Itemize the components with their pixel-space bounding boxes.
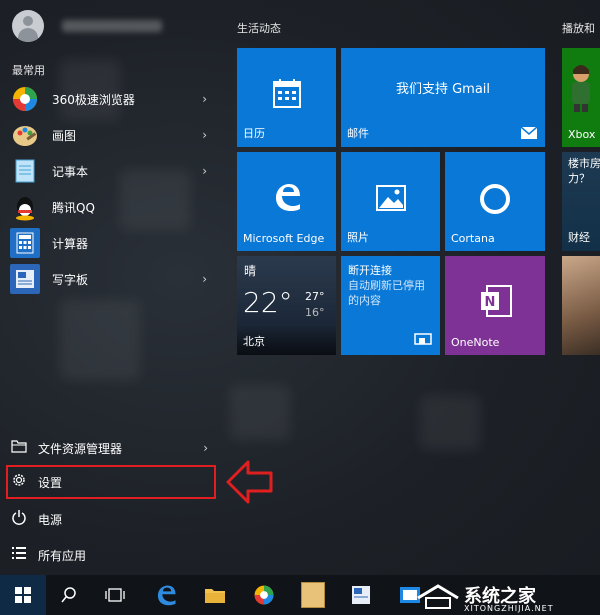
chevron-right-icon[interactable]: › (202, 272, 207, 286)
paint-icon (10, 120, 40, 150)
cortana-icon (480, 184, 510, 214)
chevron-right-icon[interactable]: › (202, 164, 207, 178)
search-icon (61, 587, 76, 603)
task-view-button[interactable] (92, 575, 138, 615)
store-icon (414, 333, 432, 345)
file-explorer-icon (8, 439, 30, 457)
store-news-tile[interactable]: 断开连接 自动刷新已停用的内容 (341, 256, 440, 355)
photos-tile[interactable]: 照片 (341, 152, 440, 251)
svg-text:N: N (485, 295, 496, 310)
mail-label: 邮件 (347, 127, 369, 140)
xbox-avatar-image (572, 65, 590, 112)
cortana-tile[interactable]: Cortana (445, 152, 545, 251)
calendar-tile[interactable]: 日历 (237, 48, 336, 147)
file-explorer-item[interactable]: 文件资源管理器 › (8, 433, 218, 463)
onenote-tile[interactable]: N OneNote (445, 256, 545, 355)
connect-description: 自动刷新已停用的内容 (348, 279, 425, 307)
money-headline: 楼市房 力？ (568, 157, 600, 185)
edge-label: Microsoft Edge (243, 232, 325, 245)
start-button[interactable] (0, 575, 46, 615)
qq-icon (10, 192, 40, 222)
windows-logo-icon (15, 587, 31, 603)
folder-icon (205, 589, 225, 603)
taskbar-app-yellow[interactable] (290, 575, 336, 615)
xbox-label: Xbox (568, 128, 596, 141)
app-item-qq[interactable]: 腾讯QQ (10, 190, 215, 224)
calculator-icon (10, 228, 40, 258)
photos-label: 照片 (347, 231, 369, 244)
taskbar-file-explorer[interactable] (192, 575, 238, 615)
notepad-icon (10, 156, 40, 186)
mail-headline: 我们支持 Gmail (395, 82, 491, 97)
group-title-life: 生活动态 (237, 22, 281, 35)
news-image-tile[interactable] (562, 256, 600, 355)
connect-title: 断开连接 (348, 264, 392, 277)
taskbar-search-button[interactable] (46, 575, 92, 615)
app-label: 360极速浏览器 (52, 92, 135, 107)
calendar-label: 日历 (243, 127, 265, 140)
group-title-play: 播放和 (562, 22, 595, 35)
username-blurred (62, 20, 162, 32)
app-item-calculator[interactable]: 计算器 (10, 226, 215, 260)
app-label: 画图 (52, 128, 77, 143)
weather-condition: 晴 (244, 264, 257, 278)
edge-icon (157, 585, 176, 606)
app-label: 记事本 (52, 164, 89, 179)
edge-icon (276, 184, 300, 211)
chevron-right-icon[interactable]: › (202, 128, 207, 142)
power-label: 电源 (38, 512, 63, 527)
weather-low: 16° (305, 306, 325, 319)
blurred-desktop-shape (230, 385, 290, 440)
onenote-icon: N (481, 285, 512, 317)
mail-icon (521, 127, 537, 139)
power-item[interactable]: 电源 (8, 504, 218, 534)
taskbar-edge[interactable] (143, 575, 189, 615)
taskbar-wordpad[interactable] (338, 575, 384, 615)
blurred-desktop-shape (60, 300, 140, 380)
weather-high: 27° (305, 290, 325, 303)
all-apps-icon (8, 546, 30, 564)
cortana-label: Cortana (451, 232, 495, 245)
wordpad-icon (10, 264, 40, 294)
app-item-notepad[interactable]: 记事本 › (10, 154, 215, 188)
calendar-icon (273, 79, 301, 108)
money-label: 财经 (568, 231, 590, 244)
weather-city: 北京 (243, 335, 265, 348)
app-item-paint[interactable]: 画图 › (10, 118, 215, 152)
app-icon (301, 582, 325, 608)
all-apps-label: 所有应用 (38, 548, 87, 563)
most-used-label: 最常用 (12, 64, 45, 77)
mail-tile[interactable]: 我们支持 Gmail 邮件 (341, 48, 545, 147)
settings-highlight-box (6, 465, 216, 499)
app-item-wordpad[interactable]: 写字板 › (10, 262, 215, 296)
all-apps-item[interactable]: 所有应用 (8, 540, 218, 570)
chevron-right-icon[interactable]: › (203, 441, 208, 455)
app-item-360-browser[interactable]: 360极速浏览器 › (10, 82, 215, 116)
wordpad-icon (352, 586, 370, 604)
blurred-desktop-shape (420, 395, 480, 450)
360-browser-icon (254, 585, 274, 605)
edge-tile[interactable]: Microsoft Edge (237, 152, 336, 251)
taskbar-360-browser[interactable] (241, 575, 287, 615)
money-tile[interactable]: 楼市房 力？ 财经 (562, 152, 600, 251)
chevron-right-icon[interactable]: › (202, 92, 207, 106)
watermark-url: XITONGZHIJIA.NET (464, 604, 554, 613)
xbox-tile[interactable]: Xbox (562, 48, 600, 147)
app-label: 写字板 (52, 272, 89, 287)
watermark: 系统之家 XITONGZHIJIA.NET (396, 582, 596, 614)
task-view-icon (105, 588, 125, 602)
file-explorer-label: 文件资源管理器 (38, 441, 123, 456)
house-logo-icon (417, 584, 459, 609)
power-icon (8, 509, 30, 529)
360-browser-icon (10, 84, 40, 114)
onenote-label: OneNote (451, 336, 500, 349)
weather-tile[interactable]: 晴 22° 27° 16° 北京 (237, 256, 336, 355)
weather-temperature: 22° (243, 286, 293, 319)
red-arrow-annotation (226, 460, 273, 504)
user-account[interactable] (12, 10, 162, 42)
avatar (12, 10, 44, 42)
app-label: 腾讯QQ (52, 200, 95, 215)
app-label: 计算器 (52, 236, 89, 251)
photos-icon (376, 185, 406, 211)
